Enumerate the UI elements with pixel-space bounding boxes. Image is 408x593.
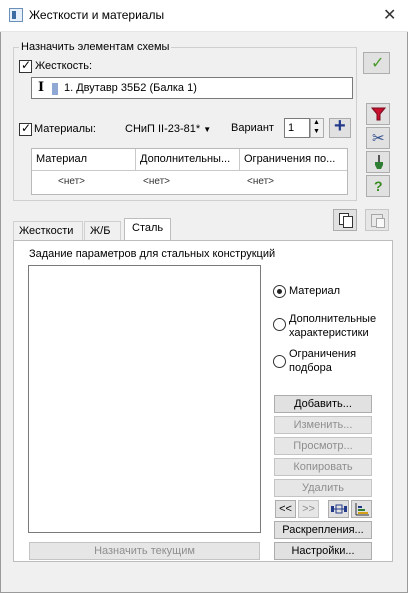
window-title: Жесткости и материалы — [29, 8, 165, 22]
assign-group-label: Назначить элементам схемы — [19, 41, 172, 53]
check-mark-icon: ✓ — [21, 121, 32, 135]
paste-button[interactable] — [365, 209, 389, 231]
variant-input[interactable]: 1 — [284, 118, 310, 138]
steel-panel-caption: Задание параметров для стальных конструк… — [29, 248, 276, 260]
paste-icon — [371, 214, 385, 228]
materials-label: Материалы: — [34, 123, 96, 135]
standard-dropdown[interactable]: СНиП II-23-81* ▼ — [125, 123, 211, 135]
delete-button[interactable]: Удалить — [274, 479, 372, 497]
bracing-button[interactable]: Раскрепления... — [274, 521, 372, 539]
tab-stiffness[interactable]: Жесткости — [13, 221, 83, 240]
tab-steel[interactable]: Сталь — [124, 218, 171, 241]
copy-button[interactable] — [333, 209, 357, 231]
radio-material-label: Материал — [289, 285, 340, 297]
stiffness-label: Жесткость: — [35, 60, 93, 72]
prev-button[interactable]: << — [275, 500, 296, 518]
grid-cell-additional[interactable]: <нет> — [143, 176, 170, 187]
copy-item-button[interactable]: Копировать — [274, 458, 372, 476]
apply-button[interactable]: ✓ — [363, 52, 390, 74]
chart-icon — [355, 503, 369, 516]
view-button[interactable]: Просмотр... — [274, 437, 372, 455]
connect-icon — [331, 504, 347, 514]
cut-button[interactable]: ✂ — [366, 127, 390, 149]
variant-spinner[interactable]: ▲ ▼ — [310, 118, 324, 138]
scissors-icon: ✂ — [372, 129, 385, 147]
dropdown-arrow-icon: ▼ — [203, 125, 212, 134]
filter-icon — [371, 107, 386, 121]
variant-label: Вариант — [231, 122, 274, 134]
grid-header-additional[interactable]: Дополнительны... — [136, 149, 240, 171]
help-button[interactable]: ? — [366, 175, 390, 197]
materials-grid[interactable]: Материал Дополнительны... Ограничения по… — [31, 148, 348, 195]
brush-icon — [375, 155, 383, 169]
next-button[interactable]: >> — [298, 500, 319, 518]
help-icon: ? — [374, 178, 383, 194]
stiffness-field[interactable]: I 1. Двутавр 35Б2 (Балка 1) — [31, 77, 353, 99]
add-button[interactable]: Добавить... — [274, 395, 372, 413]
check-mark-icon: ✓ — [21, 58, 32, 72]
stiffness-value: 1. Двутавр 35Б2 (Балка 1) — [64, 82, 197, 94]
app-icon — [9, 8, 23, 22]
tab-reinforced-concrete[interactable]: Ж/Б — [84, 221, 121, 240]
stiffness-checkbox[interactable]: ✓ — [19, 58, 32, 73]
steel-items-list[interactable] — [28, 265, 261, 533]
radio-limits[interactable] — [273, 355, 286, 368]
grid-header-limits[interactable]: Ограничения по... — [240, 149, 347, 171]
copy-icon — [339, 213, 353, 228]
radio-additional-label: Дополнительные характеристики — [289, 313, 377, 339]
grid-header-material[interactable]: Материал — [32, 149, 136, 171]
filter-button[interactable] — [366, 103, 390, 125]
connect-button[interactable] — [328, 500, 349, 518]
close-icon[interactable]: ✕ — [383, 5, 396, 25]
grid-cell-material[interactable]: <нет> — [58, 176, 85, 187]
plus-icon: + — [334, 115, 346, 137]
add-variant-button[interactable]: + — [329, 115, 351, 138]
radio-material[interactable] — [273, 285, 286, 298]
i-beam-icon: I — [38, 80, 45, 95]
spin-down-icon[interactable]: ▼ — [313, 128, 320, 135]
color-swatch — [52, 83, 58, 95]
settings-button[interactable]: Настройки... — [274, 542, 372, 560]
radio-limits-label: Ограничения подбора — [289, 348, 357, 374]
spin-up-icon[interactable]: ▲ — [313, 119, 320, 126]
materials-checkbox[interactable]: ✓ — [19, 121, 32, 136]
chart-button[interactable] — [351, 500, 372, 518]
brush-button[interactable] — [366, 151, 390, 173]
standard-value: СНиП II-23-81* — [125, 123, 201, 135]
apply-check-icon: ✓ — [371, 53, 385, 72]
edit-button[interactable]: Изменить... — [274, 416, 372, 434]
grid-cell-limits[interactable]: <нет> — [247, 176, 274, 187]
assign-current-button[interactable]: Назначить текущим — [29, 542, 260, 560]
radio-additional[interactable] — [273, 318, 286, 331]
variant-value: 1 — [288, 122, 295, 134]
